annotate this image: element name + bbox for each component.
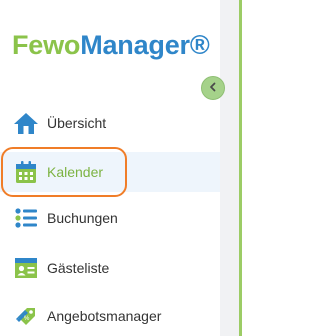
logo-part-manager: Manager® bbox=[80, 30, 210, 60]
sidebar-item-label: Angebotsmanager bbox=[47, 308, 162, 324]
accent-stripe bbox=[239, 0, 242, 336]
guest-card-icon bbox=[13, 255, 39, 281]
list-icon bbox=[13, 205, 39, 231]
chevron-left-icon bbox=[208, 79, 218, 97]
logo-part-fewo: Fewo bbox=[12, 30, 81, 60]
sidebar-item-gaesteliste[interactable]: Gästeliste bbox=[0, 248, 220, 288]
sidebar: FewoManager® Übersicht Kalender Buchunge… bbox=[0, 0, 220, 336]
sidebar-item-uebersicht[interactable]: Übersicht bbox=[0, 103, 220, 143]
sidebar-item-buchungen[interactable]: Buchungen bbox=[0, 198, 220, 238]
home-icon bbox=[13, 110, 39, 136]
tag-icon: % bbox=[13, 303, 39, 329]
sidebar-item-label: Buchungen bbox=[47, 210, 118, 226]
app-logo[interactable]: FewoManager® bbox=[12, 30, 210, 61]
sidebar-item-label: Übersicht bbox=[47, 115, 107, 131]
main-content-edge bbox=[220, 0, 242, 336]
highlight-annotation bbox=[1, 147, 127, 197]
collapse-sidebar-button[interactable] bbox=[201, 76, 225, 100]
svg-text:%: % bbox=[24, 316, 30, 322]
sidebar-item-angebotsmanager[interactable]: % Angebotsmanager bbox=[0, 296, 220, 336]
sidebar-item-label: Gästeliste bbox=[47, 260, 110, 276]
